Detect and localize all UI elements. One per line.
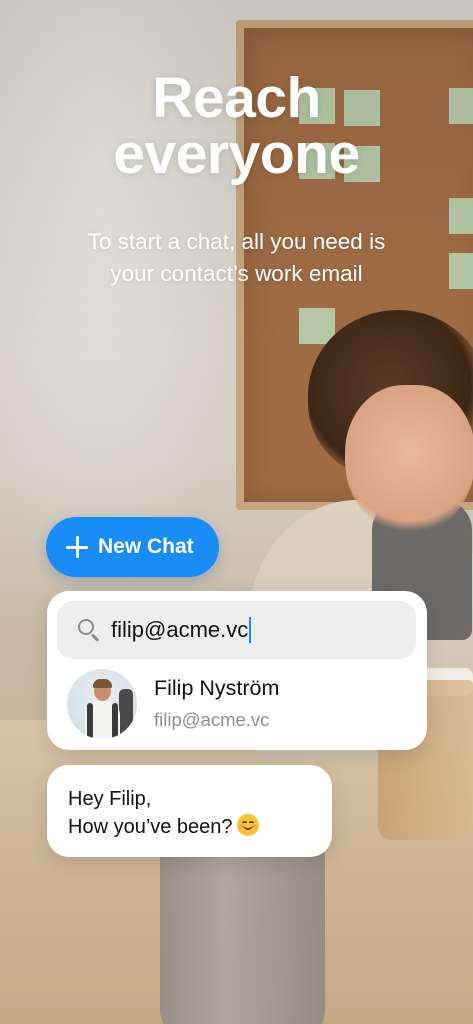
message-line-1: Hey Filip, bbox=[68, 788, 152, 810]
search-icon bbox=[77, 618, 101, 642]
message-line-2: How you’ve been? bbox=[68, 816, 233, 838]
new-chat-label: New Chat bbox=[98, 535, 194, 558]
text-caret bbox=[249, 617, 252, 643]
smiling-face-emoji-icon bbox=[236, 814, 259, 836]
title-line-2: everyone bbox=[113, 122, 360, 186]
contact-result-item[interactable]: Filip Nyström filip@acme.vc bbox=[67, 669, 417, 739]
subtitle-line-2: your contact’s work email bbox=[110, 261, 363, 286]
subtitle-line-1: To start a chat, all you need is bbox=[87, 229, 386, 254]
page-subtitle: To start a chat, all you need is your co… bbox=[30, 226, 443, 290]
search-value: filip@acme.vc bbox=[111, 617, 249, 642]
contact-email: filip@acme.vc bbox=[154, 708, 270, 730]
search-input[interactable]: filip@acme.vc bbox=[57, 601, 416, 659]
new-chat-button[interactable]: New Chat bbox=[46, 517, 219, 577]
title-line-1: Reach bbox=[152, 66, 321, 130]
avatar bbox=[67, 669, 137, 739]
contact-name: Filip Nyström bbox=[154, 675, 280, 700]
message-bubble: Hey Filip, How you’ve been? bbox=[47, 765, 332, 857]
contact-search-card: filip@acme.vc Filip Nyström filip@acme.v… bbox=[47, 591, 427, 750]
page-title: Reach everyone bbox=[0, 70, 473, 183]
plus-icon bbox=[66, 536, 88, 558]
